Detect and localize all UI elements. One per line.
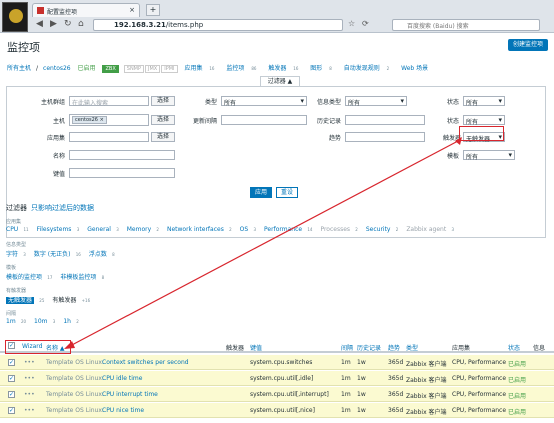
new-tab-button[interactable]: +: [146, 4, 160, 16]
app-logo: [2, 2, 28, 32]
bookmark-star-icon[interactable]: ☆: [348, 19, 355, 28]
browser-tab[interactable]: 配置监控项 ×: [32, 3, 140, 17]
forward-icon[interactable]: ▶: [50, 19, 57, 29]
page-content: 监控项 创建监控项 所有主机 / centos26 已启用 ZBX SNMP JMX IP…: [0, 33, 554, 423]
home-icon[interactable]: ⌂: [78, 19, 84, 29]
address-bar[interactable]: 192.168.3.21/items.php: [93, 19, 343, 31]
zabbix-favicon-icon: [37, 7, 44, 14]
browser-search-input[interactable]: 百度搜索 (Baidu) 搜索: [392, 19, 540, 31]
browser-chrome: 配置监控项 × + ◀ ▶ ↻ ⌂ 192.168.3.21/items.php …: [0, 0, 554, 33]
reload-icon[interactable]: ↻: [64, 19, 72, 29]
address-host: 192.168.3.21: [114, 21, 166, 29]
back-icon[interactable]: ◀: [36, 19, 43, 29]
annotation-arrow: [64, 137, 462, 349]
address-path: /items.php: [165, 21, 204, 29]
close-tab-icon[interactable]: ×: [129, 6, 135, 14]
tab-title: 配置监控项: [47, 9, 78, 16]
reload-page-icon[interactable]: ⟳: [362, 19, 369, 28]
